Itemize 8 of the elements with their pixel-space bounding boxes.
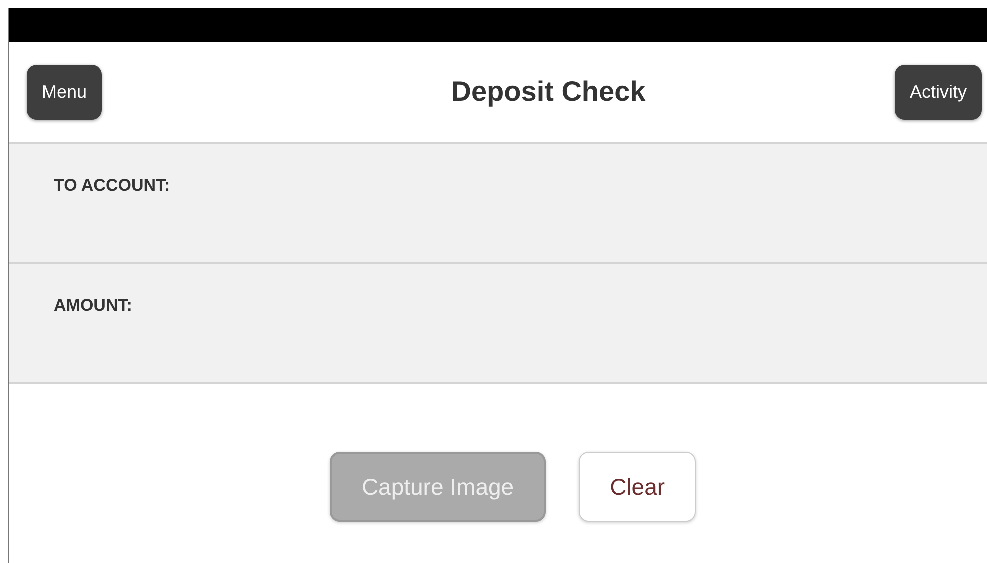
page-title: Deposit Check bbox=[451, 76, 646, 108]
field-panel[interactable]: AMOUNT: bbox=[9, 264, 987, 384]
activity-button[interactable]: Activity bbox=[894, 64, 982, 120]
field-label: TO ACCOUNT: bbox=[54, 176, 170, 195]
menu-button[interactable]: Menu bbox=[27, 64, 102, 120]
clear-button[interactable]: Clear bbox=[579, 452, 696, 522]
field-label: AMOUNT: bbox=[54, 296, 132, 315]
field-panel[interactable]: TO ACCOUNT: bbox=[9, 144, 987, 264]
